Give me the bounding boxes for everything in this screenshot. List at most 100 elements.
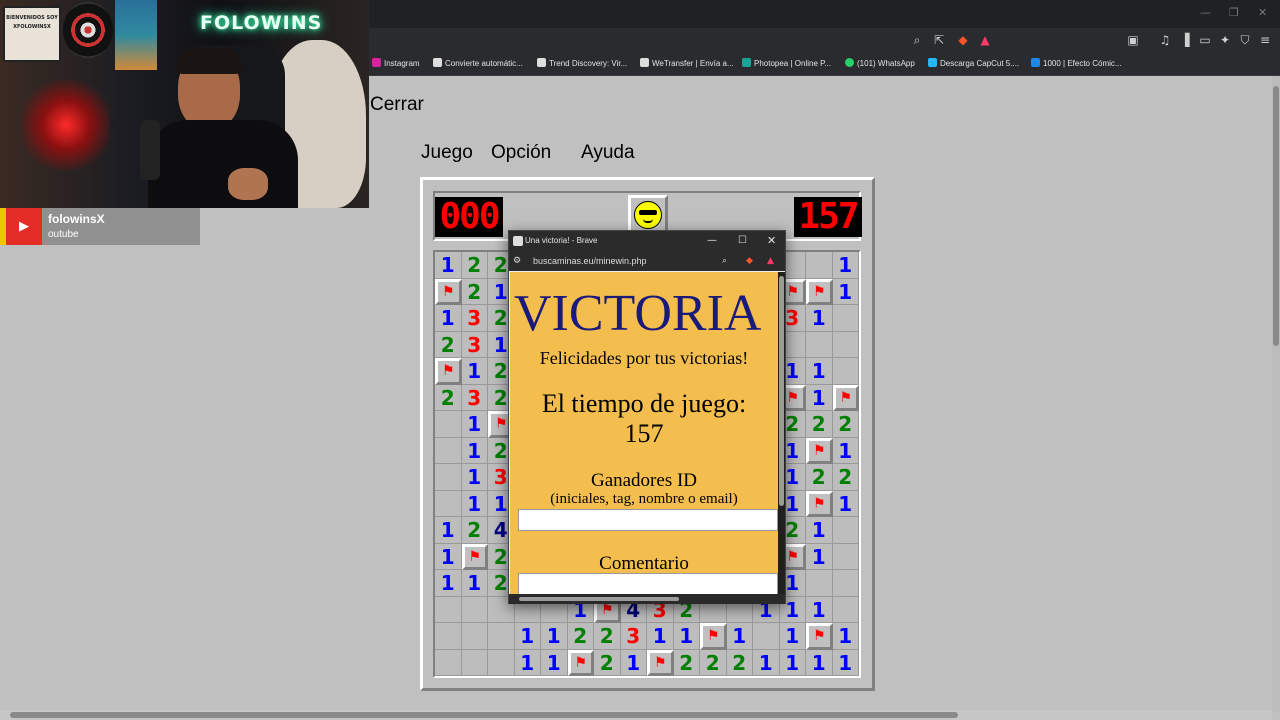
brave-shield-icon[interactable]: ◆ bbox=[956, 33, 970, 47]
number-cell[interactable]: 2 bbox=[726, 649, 753, 676]
flag-cell[interactable]: ⚑ bbox=[435, 278, 462, 305]
close-window-icon[interactable]: ✕ bbox=[1258, 6, 1267, 19]
number-cell[interactable]: 1 bbox=[514, 623, 541, 650]
restore-icon[interactable]: ❐ bbox=[1229, 6, 1239, 19]
number-cell[interactable]: 1 bbox=[647, 623, 674, 650]
menu-ayuda[interactable]: Ayuda bbox=[581, 142, 635, 164]
number-cell[interactable]: 1 bbox=[832, 278, 859, 305]
page-vertical-scrollbar[interactable] bbox=[1272, 76, 1280, 712]
number-cell[interactable]: 1 bbox=[806, 384, 833, 411]
wallet-icon[interactable]: ▭ bbox=[1198, 33, 1212, 47]
flag-cell[interactable]: ⚑ bbox=[806, 623, 833, 650]
empty-cell[interactable] bbox=[435, 411, 462, 438]
number-cell[interactable]: 3 bbox=[461, 331, 488, 358]
number-cell[interactable]: 1 bbox=[806, 517, 833, 544]
flag-cell[interactable]: ⚑ bbox=[806, 437, 833, 464]
number-cell[interactable]: 1 bbox=[435, 517, 462, 544]
number-cell[interactable]: 1 bbox=[832, 649, 859, 676]
number-cell[interactable]: 1 bbox=[832, 437, 859, 464]
number-cell[interactable]: 1 bbox=[461, 464, 488, 491]
flag-cell[interactable]: ⚑ bbox=[647, 649, 674, 676]
number-cell[interactable]: 2 bbox=[806, 464, 833, 491]
empty-cell[interactable] bbox=[488, 623, 515, 650]
menu-icon[interactable]: ≡ bbox=[1258, 33, 1272, 47]
vpn-icon[interactable]: ⛉ bbox=[1238, 33, 1252, 47]
bookmark-wetransfer[interactable]: WeTransfer | Envía a... bbox=[640, 57, 734, 71]
number-cell[interactable]: 1 bbox=[541, 623, 568, 650]
menu-juego[interactable]: Juego bbox=[421, 142, 473, 164]
flag-cell[interactable]: ⚑ bbox=[806, 278, 833, 305]
number-cell[interactable]: 1 bbox=[514, 649, 541, 676]
site-info-icon[interactable]: ⚙ bbox=[513, 251, 521, 271]
number-cell[interactable]: 3 bbox=[620, 623, 647, 650]
popup-scroll-thumb[interactable] bbox=[779, 276, 784, 506]
number-cell[interactable]: 1 bbox=[779, 623, 806, 650]
share-icon[interactable]: ⇱ bbox=[932, 33, 946, 47]
number-cell[interactable]: 2 bbox=[435, 331, 462, 358]
empty-cell[interactable] bbox=[832, 570, 859, 597]
music-icon[interactable]: ♫ bbox=[1158, 33, 1172, 47]
empty-cell[interactable] bbox=[832, 543, 859, 570]
number-cell[interactable]: 2 bbox=[806, 411, 833, 438]
bookmark-photopea[interactable]: Photopea | Online P... bbox=[742, 57, 831, 71]
popup-close-icon[interactable]: ✕ bbox=[767, 231, 776, 251]
zoom-icon[interactable]: ⌕ bbox=[910, 33, 924, 47]
popup-zoom-icon[interactable]: ⌕ bbox=[722, 251, 727, 271]
number-cell[interactable]: 1 bbox=[620, 649, 647, 676]
page-horizontal-scrollbar[interactable] bbox=[0, 710, 1272, 720]
number-cell[interactable]: 1 bbox=[779, 649, 806, 676]
empty-cell[interactable] bbox=[753, 623, 780, 650]
number-cell[interactable]: 2 bbox=[832, 411, 859, 438]
number-cell[interactable]: 1 bbox=[461, 437, 488, 464]
empty-cell[interactable] bbox=[832, 517, 859, 544]
leo-icon[interactable]: ✦ bbox=[1218, 33, 1232, 47]
number-cell[interactable]: 3 bbox=[461, 305, 488, 332]
popup-shield-icon[interactable]: ◆ bbox=[746, 251, 753, 271]
comment-input[interactable] bbox=[518, 573, 778, 594]
empty-cell[interactable] bbox=[435, 464, 462, 491]
page-scroll-thumb[interactable] bbox=[1273, 86, 1279, 346]
popup-vertical-scrollbar[interactable] bbox=[778, 272, 785, 594]
number-cell[interactable]: 1 bbox=[461, 490, 488, 517]
number-cell[interactable]: 1 bbox=[461, 358, 488, 385]
number-cell[interactable]: 2 bbox=[461, 252, 488, 279]
empty-cell[interactable] bbox=[832, 305, 859, 332]
reset-face-button[interactable] bbox=[628, 195, 668, 235]
number-cell[interactable]: 2 bbox=[700, 649, 727, 676]
minimize-icon[interactable]: — bbox=[1200, 6, 1211, 19]
number-cell[interactable]: 2 bbox=[567, 623, 594, 650]
empty-cell[interactable] bbox=[461, 623, 488, 650]
number-cell[interactable]: 2 bbox=[594, 649, 621, 676]
empty-cell[interactable] bbox=[806, 570, 833, 597]
bookmark-capcut[interactable]: Descarga CapCut 5.... bbox=[928, 57, 1019, 71]
empty-cell[interactable] bbox=[488, 649, 515, 676]
empty-cell[interactable] bbox=[435, 649, 462, 676]
number-cell[interactable]: 1 bbox=[806, 649, 833, 676]
number-cell[interactable]: 1 bbox=[461, 570, 488, 597]
number-cell[interactable]: 2 bbox=[832, 464, 859, 491]
number-cell[interactable]: 1 bbox=[726, 623, 753, 650]
menu-opcion[interactable]: Opción bbox=[491, 142, 551, 164]
number-cell[interactable]: 1 bbox=[806, 543, 833, 570]
empty-cell[interactable] bbox=[435, 490, 462, 517]
popup-hscroll-thumb[interactable] bbox=[519, 597, 679, 601]
empty-cell[interactable] bbox=[461, 596, 488, 623]
number-cell[interactable]: 2 bbox=[673, 649, 700, 676]
popup-minimize-icon[interactable]: — bbox=[707, 231, 717, 251]
page-hscroll-thumb[interactable] bbox=[10, 712, 958, 718]
bookmark-trend-discovery[interactable]: Trend Discovery: Vir... bbox=[537, 57, 627, 71]
number-cell[interactable]: 1 bbox=[806, 596, 833, 623]
number-cell[interactable]: 1 bbox=[541, 649, 568, 676]
number-cell[interactable]: 1 bbox=[435, 570, 462, 597]
number-cell[interactable]: 2 bbox=[461, 278, 488, 305]
popup-maximize-icon[interactable]: ☐ bbox=[738, 231, 747, 251]
number-cell[interactable]: 1 bbox=[673, 623, 700, 650]
popup-rewards-icon[interactable]: ▲ bbox=[767, 251, 774, 271]
flag-cell[interactable]: ⚑ bbox=[700, 623, 727, 650]
number-cell[interactable]: 3 bbox=[461, 384, 488, 411]
number-cell[interactable]: 1 bbox=[435, 305, 462, 332]
bookmark-instagram[interactable]: Instagram bbox=[372, 57, 420, 71]
number-cell[interactable]: 1 bbox=[832, 252, 859, 279]
bookmark-convierte[interactable]: Convierte automátic... bbox=[433, 57, 523, 71]
flag-cell[interactable]: ⚑ bbox=[806, 490, 833, 517]
